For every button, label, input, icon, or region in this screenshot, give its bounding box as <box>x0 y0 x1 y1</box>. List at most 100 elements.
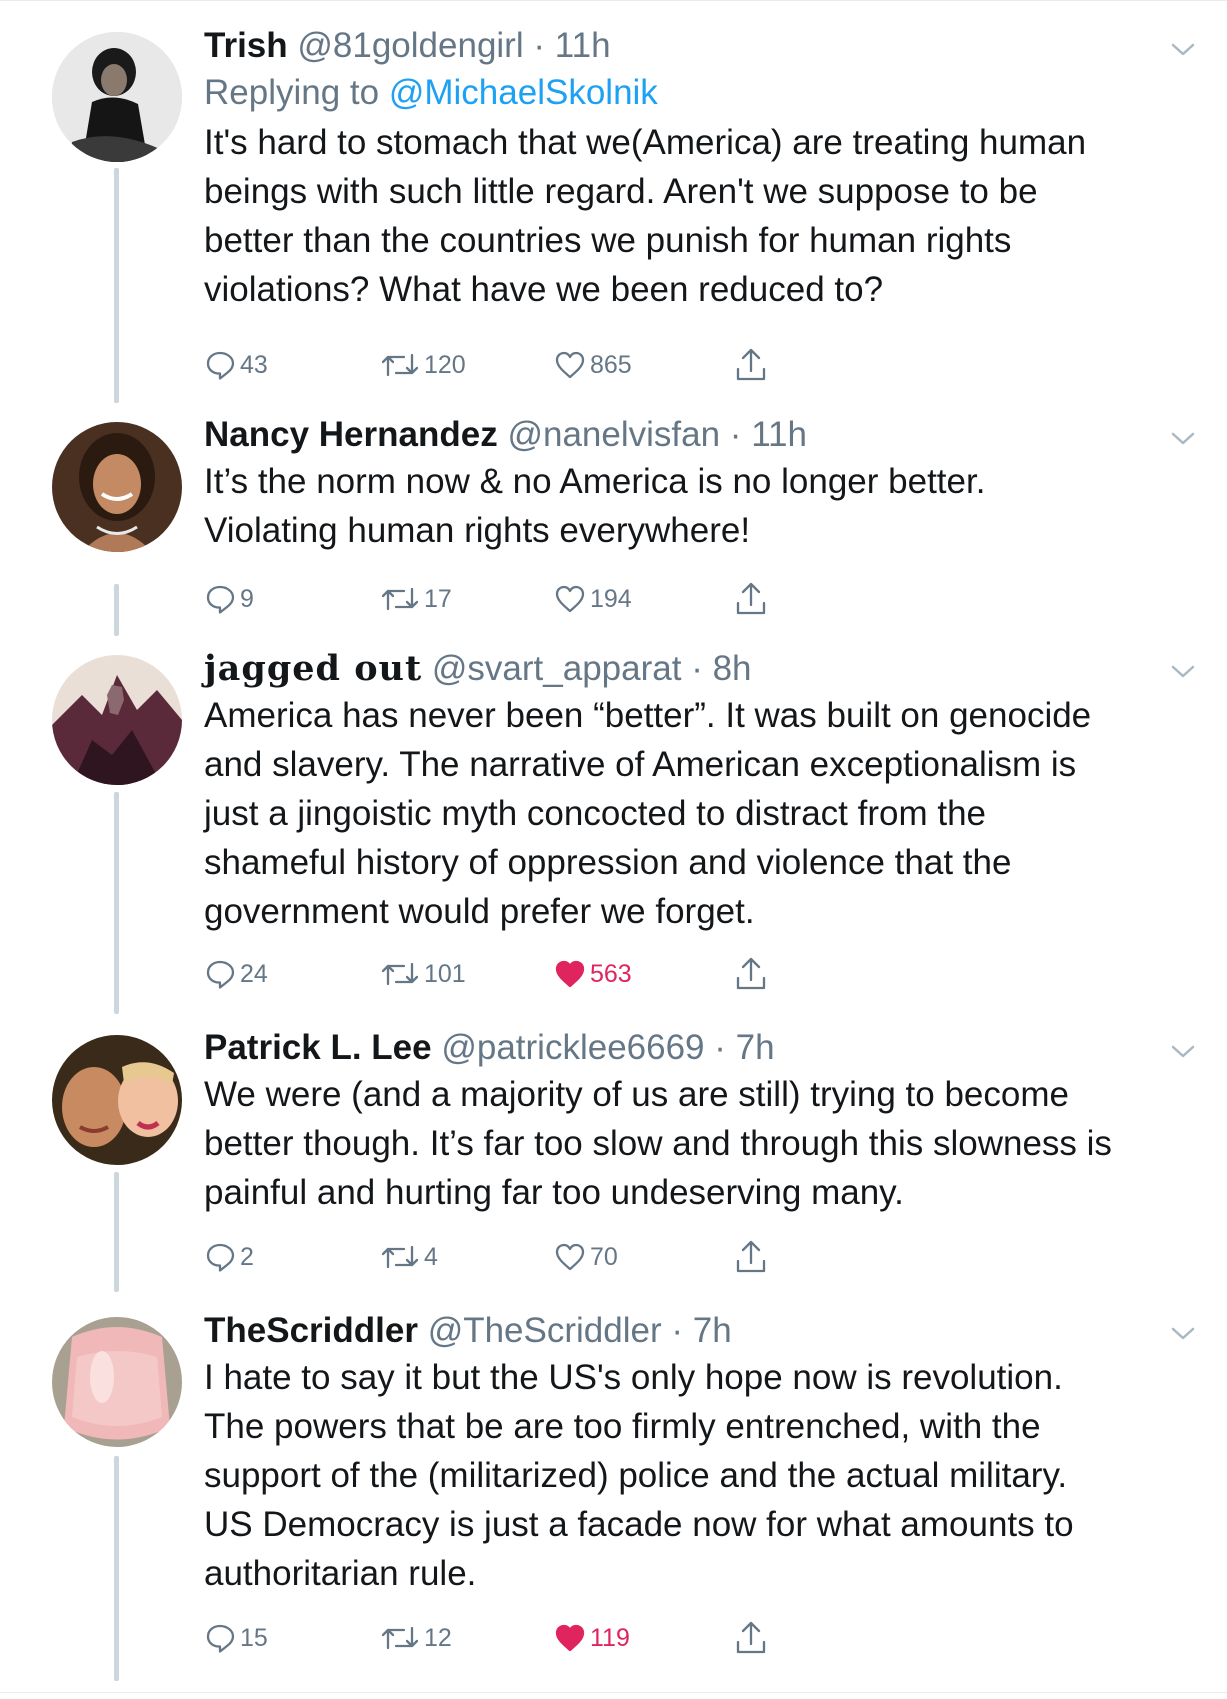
share-button[interactable] <box>734 345 768 385</box>
like-icon <box>555 351 585 379</box>
user-handle[interactable]: @svart_apparat <box>432 649 682 688</box>
tweet-text: It's hard to stomach that we(America) ar… <box>204 123 1087 309</box>
tweet-actions: 24 101 563 <box>204 954 904 994</box>
like-button[interactable]: 119 <box>554 1618 630 1658</box>
reply-count: 9 <box>240 584 254 613</box>
share-button[interactable] <box>734 954 768 994</box>
display-name[interactable]: Patrick L. Lee <box>204 1028 432 1067</box>
retweet-count: 101 <box>424 959 466 988</box>
reply-count: 24 <box>240 959 268 988</box>
tweet-actions: 9 17 194 <box>204 579 904 619</box>
timestamp[interactable]: 7h <box>693 1311 732 1350</box>
reply-count: 2 <box>240 1242 254 1271</box>
retweet-button[interactable]: 4 <box>380 1237 438 1277</box>
retweet-icon <box>381 353 419 377</box>
retweet-icon <box>381 1626 419 1650</box>
tweet-text: I hate to say it but the US's only hope … <box>204 1358 1074 1593</box>
retweet-button[interactable]: 17 <box>380 579 452 619</box>
timestamp[interactable]: 11h <box>751 415 807 454</box>
bottom-divider <box>0 1692 1227 1693</box>
share-icon <box>736 1621 766 1654</box>
user-handle[interactable]: @patricklee6669 <box>441 1028 704 1067</box>
like-button[interactable]: 70 <box>554 1237 618 1277</box>
separator-dot: · <box>671 1311 684 1350</box>
chevron-down-icon[interactable] <box>1169 658 1197 686</box>
replying-to-label: Replying to <box>204 73 380 112</box>
like-count: 70 <box>590 1242 618 1271</box>
separator-dot: · <box>533 26 546 65</box>
reply-count: 15 <box>240 1623 268 1652</box>
avatar[interactable] <box>52 422 182 552</box>
tweet-header: Nancy Hernandez @nanelvisfan · 11h <box>204 413 1204 457</box>
reply-count: 43 <box>240 350 268 379</box>
like-count: 865 <box>590 350 632 379</box>
top-divider <box>0 0 1227 1</box>
reply-button[interactable]: 24 <box>204 954 268 994</box>
like-button[interactable]: 194 <box>554 579 632 619</box>
tweet-text: America has never been “better”. It was … <box>204 696 1092 931</box>
avatar[interactable] <box>52 32 182 162</box>
tweet-actions: 15 12 119 <box>204 1618 904 1658</box>
tweet-actions: 43 120 865 <box>204 345 904 385</box>
display-name[interactable]: Trish <box>204 26 288 65</box>
mention-link[interactable]: @MichaelSkolnik <box>389 73 658 112</box>
retweet-icon <box>381 962 419 986</box>
separator-dot: · <box>729 415 742 454</box>
user-handle[interactable]: @nanelvisfan <box>507 415 720 454</box>
reply-button[interactable]: 2 <box>204 1237 254 1277</box>
timestamp[interactable]: 7h <box>736 1028 775 1067</box>
retweet-icon <box>381 1245 419 1269</box>
reply-icon <box>206 960 235 989</box>
share-button[interactable] <box>734 579 768 619</box>
share-button[interactable] <box>734 1237 768 1277</box>
timestamp[interactable]: 8h <box>713 649 752 688</box>
reply-icon <box>206 1243 235 1272</box>
tweet-text: It’s the norm now & no America is no lon… <box>204 462 986 550</box>
chevron-down-icon[interactable] <box>1169 36 1197 64</box>
like-icon <box>555 1624 585 1652</box>
avatar[interactable] <box>52 1317 182 1447</box>
reply-icon <box>206 1624 235 1653</box>
display-name[interactable]: TheScriddler <box>204 1311 418 1350</box>
tweet-header: Patrick L. Lee @patricklee6669 · 7h <box>204 1026 1204 1070</box>
reply-icon <box>206 585 235 614</box>
tweet-header: TheScriddler @TheScriddler · 7h <box>204 1309 1204 1353</box>
like-button[interactable]: 563 <box>554 954 632 994</box>
like-count: 194 <box>590 584 632 613</box>
retweet-icon <box>381 587 419 611</box>
reply-icon <box>206 351 235 380</box>
retweet-button[interactable]: 120 <box>380 345 466 385</box>
like-button[interactable]: 865 <box>554 345 632 385</box>
avatar[interactable] <box>52 1035 182 1165</box>
reply-button[interactable]: 9 <box>204 579 254 619</box>
timestamp[interactable]: 11h <box>555 26 611 65</box>
reply-button[interactable]: 43 <box>204 345 268 385</box>
retweet-count: 12 <box>424 1623 452 1652</box>
share-icon <box>736 957 766 990</box>
tweet-text: We were (and a majority of us are still)… <box>204 1075 1112 1212</box>
share-icon <box>736 1240 766 1273</box>
tweet-actions: 2 4 70 <box>204 1237 904 1277</box>
chevron-down-icon[interactable] <box>1169 1320 1197 1348</box>
user-handle[interactable]: @TheScriddler <box>428 1311 662 1350</box>
share-icon <box>736 582 766 615</box>
retweet-count: 120 <box>424 350 466 379</box>
thread-line <box>114 1172 119 1292</box>
retweet-button[interactable]: 12 <box>380 1618 452 1658</box>
user-handle[interactable]: @81goldengirl <box>297 26 523 65</box>
avatar[interactable] <box>52 655 182 785</box>
like-count: 119 <box>590 1623 630 1652</box>
chevron-down-icon[interactable] <box>1169 1038 1197 1066</box>
share-button[interactable] <box>734 1618 768 1658</box>
display-name[interactable]: Nancy Hernandez <box>204 415 498 454</box>
thread-line <box>114 584 119 636</box>
display-name[interactable]: jagged out <box>204 648 422 689</box>
chevron-down-icon[interactable] <box>1169 425 1197 453</box>
like-icon <box>555 1243 585 1271</box>
retweet-button[interactable]: 101 <box>380 954 466 994</box>
like-icon <box>555 960 585 988</box>
reply-button[interactable]: 15 <box>204 1618 268 1658</box>
thread-line <box>114 1456 119 1681</box>
separator-dot: · <box>714 1028 726 1067</box>
like-icon <box>555 585 585 613</box>
